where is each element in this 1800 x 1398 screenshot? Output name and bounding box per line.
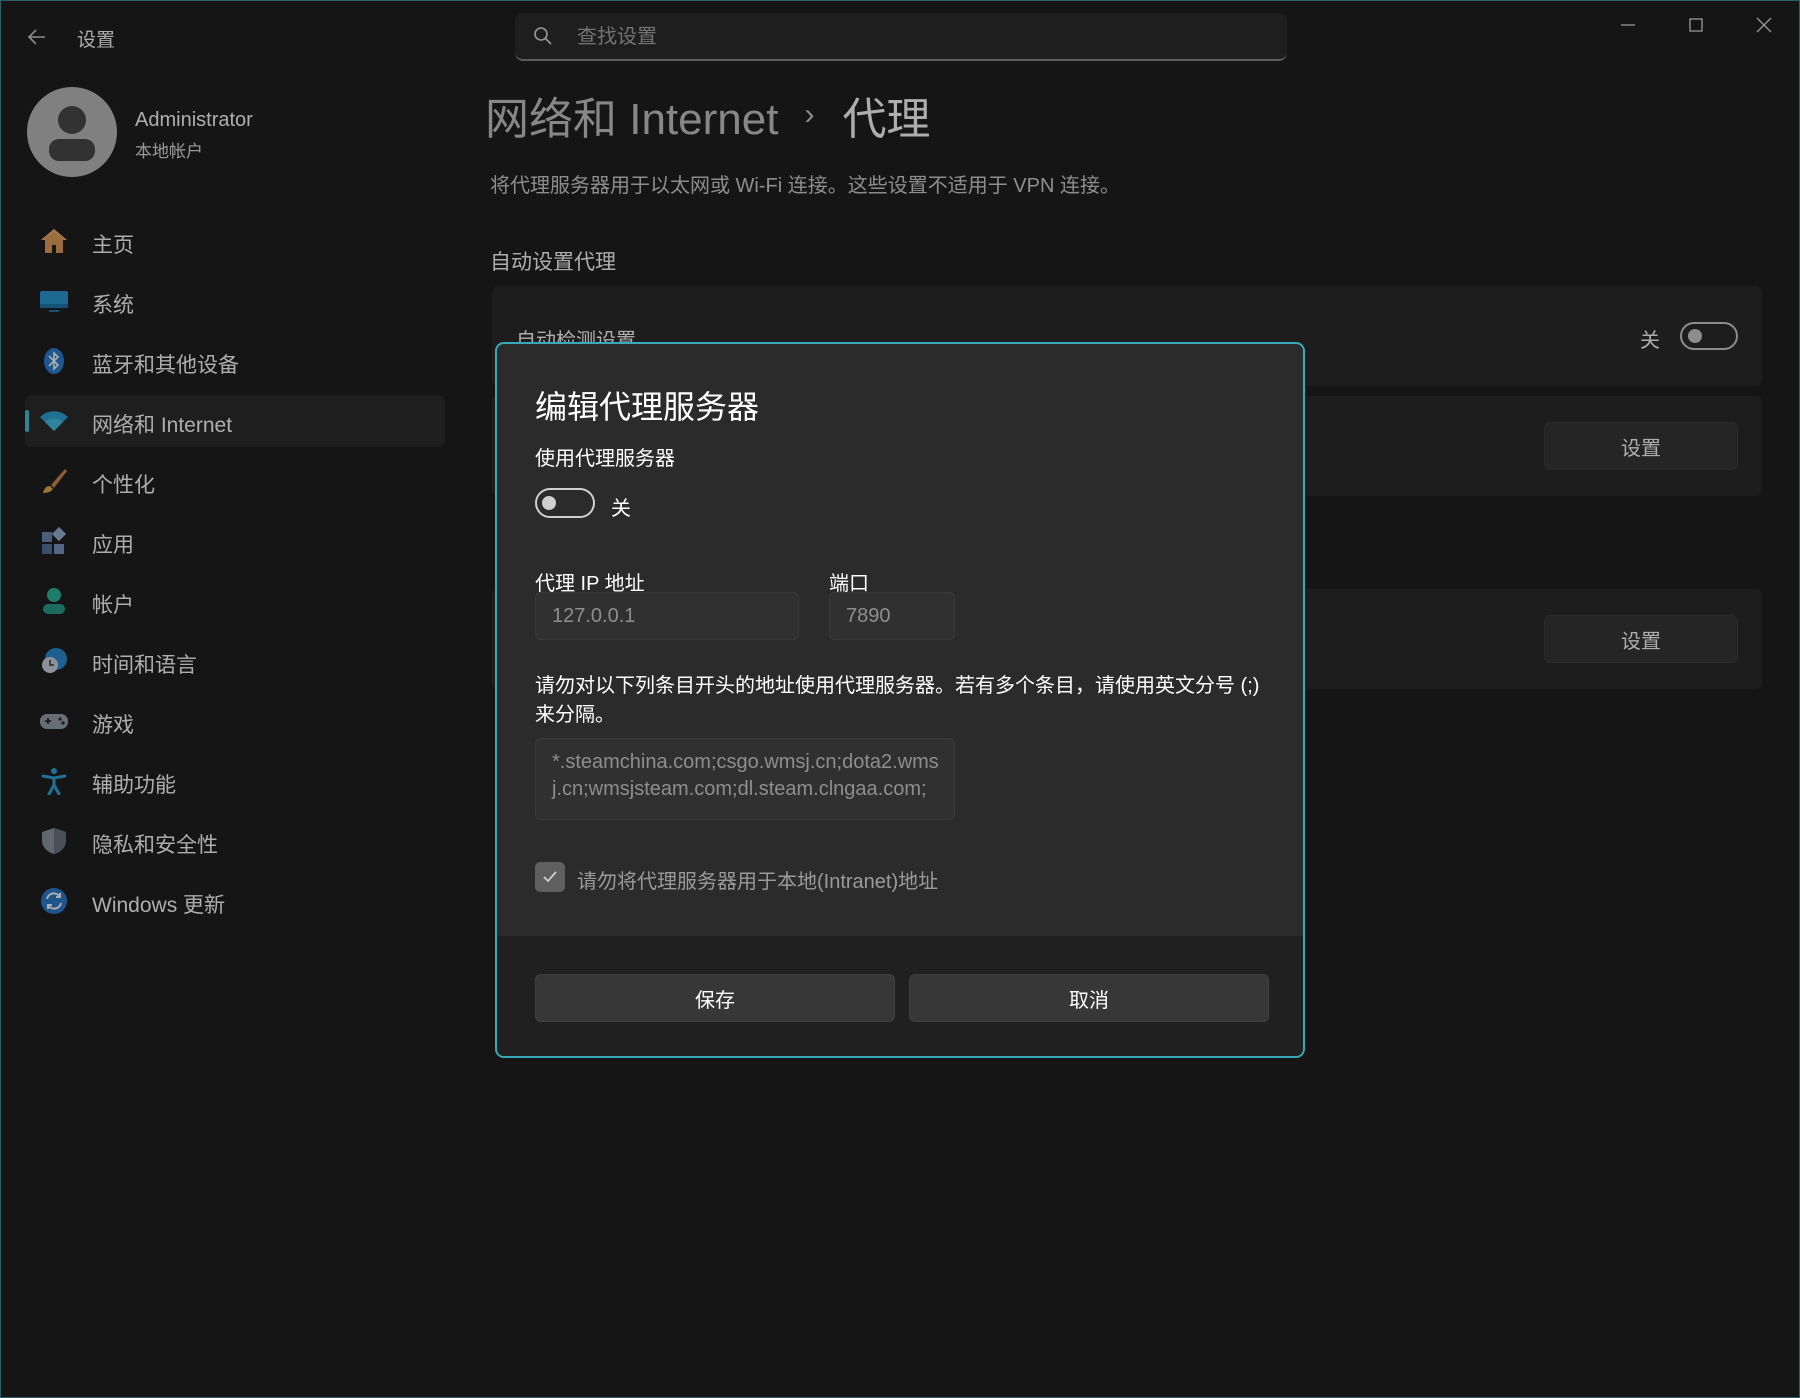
exclusions-field[interactable]: *.steamchina.com;csgo.wmsj.cn;dota2.wmsj…: [535, 738, 955, 820]
settings-window: 设置 Administrator 本地帐户 主页: [0, 0, 1800, 1398]
local-bypass-label: 请勿将代理服务器用于本地(Intranet)地址: [577, 871, 939, 893]
use-proxy-state: 关: [611, 498, 631, 520]
save-button[interactable]: 保存: [535, 974, 895, 1022]
proxy-ip-field[interactable]: [535, 592, 799, 640]
checkmark-icon: [543, 871, 557, 883]
use-proxy-toggle[interactable]: [535, 488, 595, 518]
local-bypass-checkbox[interactable]: [535, 862, 565, 892]
use-proxy-label: 使用代理服务器: [535, 448, 675, 470]
cancel-button[interactable]: 取消: [909, 974, 1269, 1022]
exclusion-note: 请勿对以下列条目开头的地址使用代理服务器。若有多个条目，请使用英文分号 (;) …: [535, 675, 1260, 726]
toggle-knob: [542, 496, 556, 510]
edit-proxy-dialog: 编辑代理服务器 使用代理服务器 关 代理 IP 地址 端口 请勿对以下列条目开头…: [495, 342, 1305, 1058]
dialog-footer: 保存 取消: [497, 936, 1303, 1056]
port-field[interactable]: [829, 592, 955, 640]
dialog-title: 编辑代理服务器: [535, 389, 760, 425]
